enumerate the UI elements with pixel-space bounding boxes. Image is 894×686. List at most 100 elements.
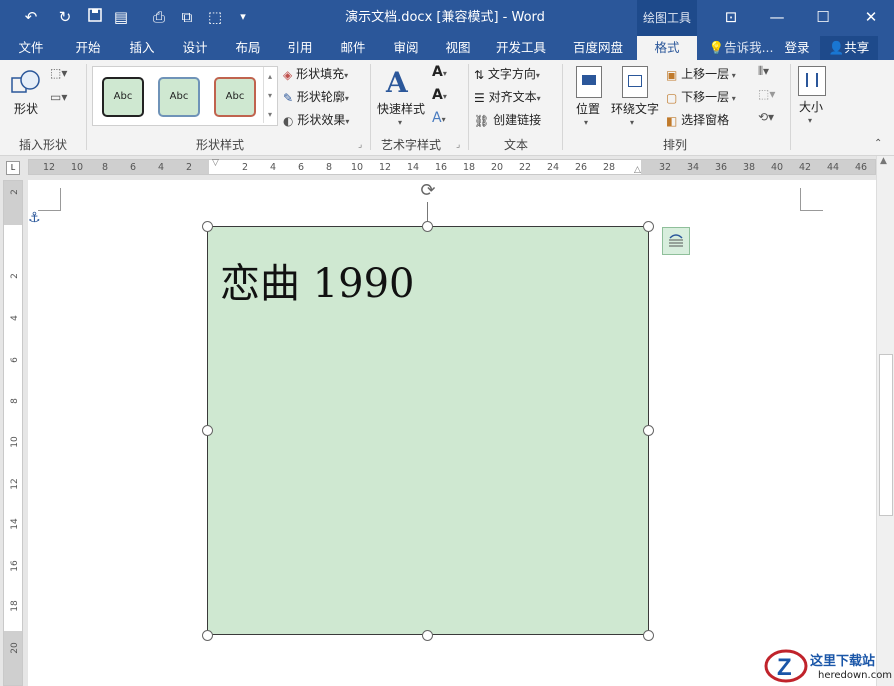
rotate-handle-icon[interactable]: ⟳: [417, 180, 439, 202]
tab-selector[interactable]: L: [6, 161, 20, 175]
rotate-icon[interactable]: ⟲▾: [758, 110, 774, 124]
align-text-button[interactable]: ☰ 对齐文本▾: [474, 87, 541, 107]
ribbon-display-icon[interactable]: ⊡: [708, 0, 754, 34]
ruler-tick: 10: [70, 162, 84, 173]
shape-fill-label: 形状填充: [296, 67, 345, 81]
gallery-scroll[interactable]: ▴ ▾ ▾: [263, 67, 276, 123]
resize-handle-nw[interactable]: [202, 221, 213, 232]
send-backward-button[interactable]: ▢ 下移一层 ▾: [666, 87, 736, 107]
tab-references[interactable]: 引用: [278, 36, 322, 60]
lightbulb-icon: 💡: [708, 40, 725, 55]
tab-view[interactable]: 视图: [436, 36, 480, 60]
save-icon[interactable]: [84, 6, 106, 28]
anchor-icon[interactable]: ⚓: [28, 210, 41, 226]
tab-format[interactable]: 格式: [637, 36, 697, 60]
scroll-up-icon[interactable]: ▲: [880, 156, 887, 166]
resize-handle-sw[interactable]: [202, 630, 213, 641]
ruler-tick: 20: [490, 162, 504, 173]
ruler-tick: 32: [658, 162, 672, 173]
print-preview-icon[interactable]: ⎙: [148, 6, 170, 28]
paint-bucket-icon: ◈: [283, 67, 293, 82]
vertical-scrollbar[interactable]: ▲: [876, 156, 894, 686]
shape-text[interactable]: 恋曲 1990: [220, 251, 415, 309]
position-icon[interactable]: [576, 66, 602, 98]
tab-review[interactable]: 审阅: [384, 36, 428, 60]
indent-marker-icon[interactable]: ▽: [212, 158, 219, 168]
align-icon[interactable]: ⫴▾: [758, 64, 769, 79]
ruler-tick: 16: [434, 162, 448, 173]
scroll-thumb[interactable]: [879, 354, 893, 516]
login-link[interactable]: 登录: [780, 36, 814, 60]
redo-icon[interactable]: ↻: [54, 6, 76, 28]
size-caret[interactable]: ▾: [808, 116, 812, 125]
pointer-icon[interactable]: ⬚: [204, 6, 226, 28]
wrap-text-icon[interactable]: [622, 66, 648, 98]
edit-shape-icon[interactable]: ⬚▾: [50, 66, 67, 80]
quick-styles-caret[interactable]: ▾: [398, 118, 402, 127]
effects-icon: ◐: [283, 113, 294, 128]
style-preset-2[interactable]: Abc: [158, 77, 200, 117]
shapes-gallery-button[interactable]: [10, 68, 42, 103]
tab-home[interactable]: 开始: [66, 36, 110, 60]
ruler-tick: 6: [10, 357, 20, 363]
resize-handle-se[interactable]: [643, 630, 654, 641]
text-box-icon[interactable]: ▭▾: [50, 90, 67, 104]
undo-icon[interactable]: ↶: [20, 6, 42, 28]
text-fill-icon[interactable]: A▾: [432, 64, 447, 80]
shape-styles-gallery: Abc Abc Abc ▴ ▾ ▾: [92, 66, 278, 126]
tab-baidu-netdisk[interactable]: 百度网盘: [565, 36, 631, 60]
text-direction-button[interactable]: ⇅ 文字方向▾: [474, 64, 540, 84]
layout-options-button[interactable]: [662, 227, 690, 255]
tab-design[interactable]: 设计: [173, 36, 217, 60]
style-preset-3[interactable]: Abc: [214, 77, 256, 117]
shape-outline-button[interactable]: ✎ 形状轮廓▾: [283, 87, 349, 107]
tab-mailings[interactable]: 邮件: [331, 36, 375, 60]
size-icon[interactable]: [798, 66, 826, 96]
selected-shape[interactable]: 恋曲 1990: [207, 226, 649, 635]
collapse-ribbon-icon[interactable]: ⌃: [874, 138, 882, 149]
shape-fill-button[interactable]: ◈ 形状填充▾: [283, 64, 348, 84]
dialog-launcher-icon[interactable]: ⌟: [456, 140, 460, 150]
resize-handle-e[interactable]: [643, 425, 654, 436]
ruler-tick: 34: [686, 162, 700, 173]
create-link-button[interactable]: ⛓ 创建链接: [474, 110, 541, 130]
horizontal-ruler: L 12 10 8 6 4 2 2 4 6 8 10 12 14 16 18 2…: [0, 156, 894, 178]
close-icon[interactable]: ✕: [848, 0, 894, 34]
wrap-text-caret[interactable]: ▾: [630, 118, 634, 127]
ruler-tick: 2: [10, 273, 20, 279]
tell-me-label: 告诉我...: [724, 40, 774, 55]
selection-pane-button[interactable]: ◧ 选择窗格: [666, 110, 729, 130]
tab-layout[interactable]: 布局: [226, 36, 270, 60]
tab-insert[interactable]: 插入: [120, 36, 164, 60]
wordart-a-icon[interactable]: A: [386, 66, 416, 99]
share-button[interactable]: 👤共享: [820, 36, 878, 60]
resize-handle-ne[interactable]: [643, 221, 654, 232]
text-outline-icon[interactable]: A▾: [432, 87, 447, 103]
position-caret[interactable]: ▾: [584, 118, 588, 127]
format-painter-icon[interactable]: ▤: [110, 6, 132, 28]
resize-handle-s[interactable]: [422, 630, 433, 641]
margin-corner-right: [800, 188, 823, 211]
ruler-tick: 12: [42, 162, 56, 173]
ruler-tick: 40: [770, 162, 784, 173]
resize-handle-w[interactable]: [202, 425, 213, 436]
style-preset-1[interactable]: Abc: [102, 77, 144, 117]
group-wordart-styles: 艺术字样式: [380, 138, 441, 152]
tab-file[interactable]: 文件: [8, 36, 54, 60]
maximize-icon[interactable]: ☐: [800, 0, 846, 34]
text-effects-icon[interactable]: A▾: [432, 110, 446, 126]
bring-forward-button[interactable]: ▣ 上移一层 ▾: [666, 64, 736, 84]
position-label: 位置: [575, 102, 600, 116]
group-objects-icon[interactable]: ⬚▾: [758, 87, 775, 101]
dialog-launcher-icon[interactable]: ⌟: [358, 140, 362, 150]
create-link-label: 创建链接: [493, 113, 542, 127]
resize-handle-n[interactable]: [422, 221, 433, 232]
tab-developer[interactable]: 开发工具: [488, 36, 554, 60]
minimize-icon[interactable]: —: [754, 0, 800, 34]
shape-effects-button[interactable]: ◐ 形状效果▾: [283, 110, 349, 130]
ruler-tick: 14: [10, 518, 20, 530]
screenshot-icon[interactable]: ⧉: [176, 6, 198, 28]
tell-me-box[interactable]: 💡告诉我...: [706, 36, 776, 60]
right-indent-icon[interactable]: △: [634, 165, 641, 175]
qat-customize-icon[interactable]: ▾: [232, 6, 254, 28]
